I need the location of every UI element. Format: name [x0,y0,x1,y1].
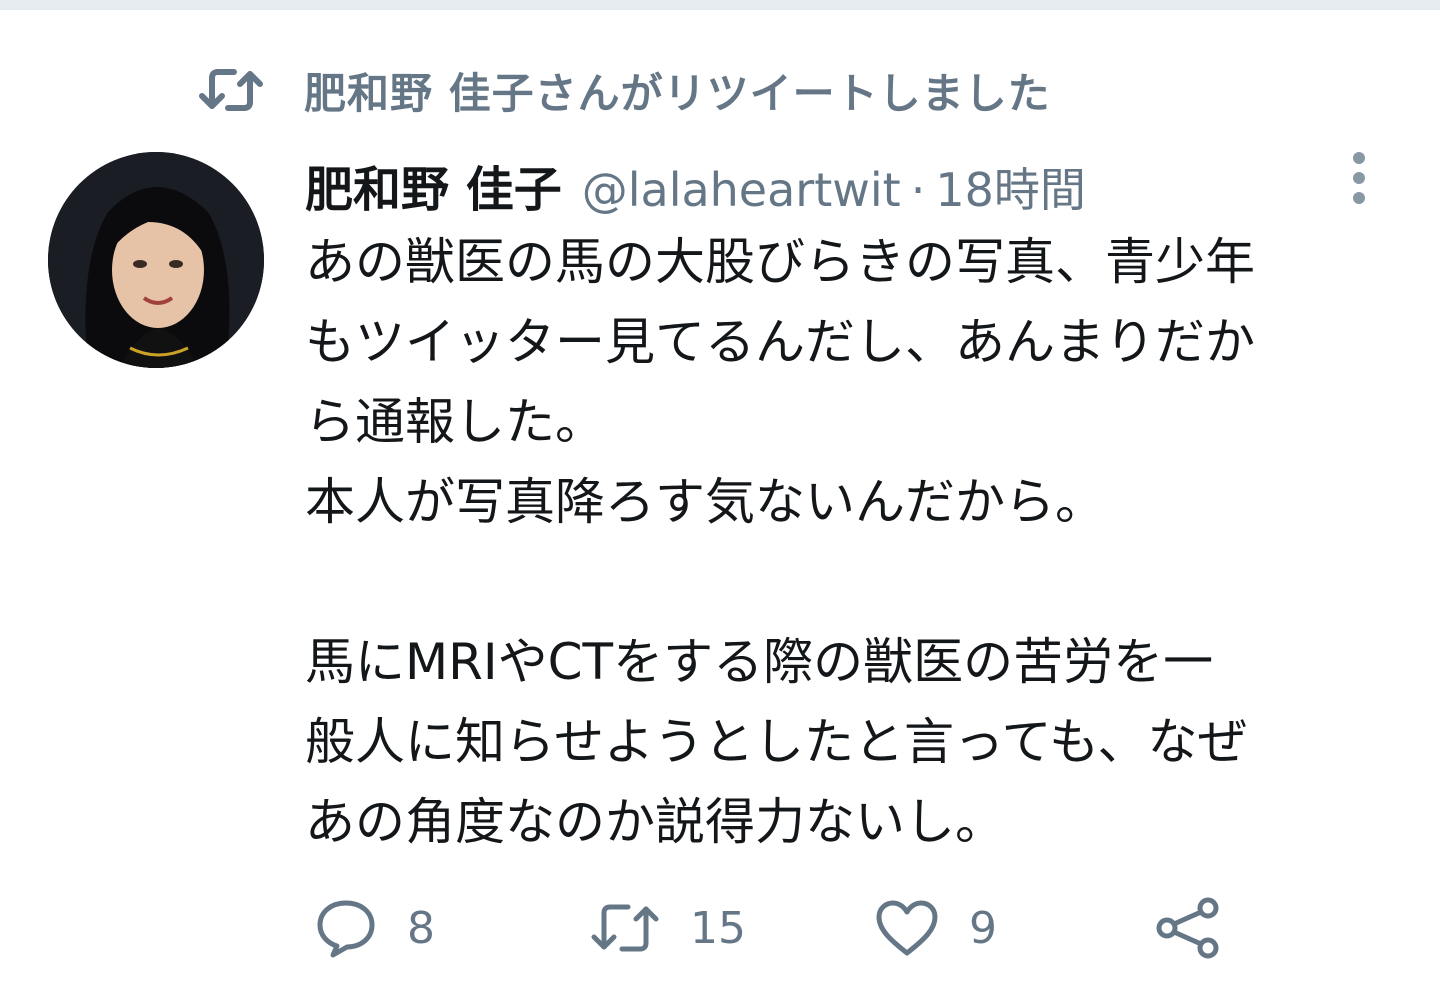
retweet-button[interactable]: 15 [590,888,746,968]
tweet-timestamp[interactable]: 18時間 [935,154,1086,220]
more-options-icon[interactable] [1340,150,1380,208]
retweet-action-icon [591,904,659,952]
tweet-header: 肥和野 佳子 @lalaheartwit · 18時間 [305,150,1086,218]
reply-count: 8 [407,902,435,954]
heart-icon [876,900,938,956]
like-button[interactable]: 9 [875,888,997,968]
author-handle[interactable]: @lalaheartwit [582,163,901,217]
retweet-banner-text: 肥和野 佳子さんがリツイートしました [304,68,1051,118]
retweet-banner[interactable]: 肥和野 佳子さんがリツイートしました [198,60,1051,120]
reply-button[interactable]: 8 [315,888,435,968]
tweet-text: あの獣医の馬の大股びらきの写真、青少年 もツイッター見てるんだし、あんまりだか … [305,233,1255,851]
like-count: 9 [969,902,997,954]
share-button[interactable] [1155,888,1221,968]
separator-dot: · [910,163,926,217]
author-name[interactable]: 肥和野 佳子 [305,150,562,220]
tweet-actions: 8 15 9 [305,888,1305,968]
share-icon [1156,897,1219,959]
retweet-icon [198,66,264,114]
top-divider [0,0,1440,10]
reply-icon [317,900,375,958]
avatar[interactable] [48,152,264,368]
retweet-count: 15 [690,902,746,954]
